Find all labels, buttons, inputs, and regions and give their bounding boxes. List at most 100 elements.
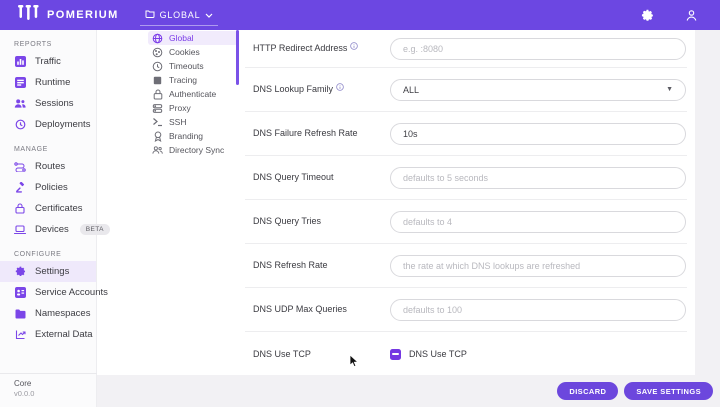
settings-nav-label: Cookies: [169, 47, 200, 57]
settings-nav-item-tracing[interactable]: Tracing: [148, 73, 238, 87]
settings-nav-item-global[interactable]: Global: [148, 31, 238, 45]
settings-nav-item-cookies[interactable]: Cookies: [148, 45, 238, 59]
settings-nav-scrollbar[interactable]: [236, 30, 239, 85]
info-icon[interactable]: [336, 83, 344, 94]
dns-query-timeout-input[interactable]: [390, 166, 686, 189]
proxy-icon: [152, 103, 163, 114]
save-settings-button[interactable]: SAVE SETTINGS: [624, 382, 713, 400]
sidebar-item-label: Service Accounts: [35, 287, 108, 298]
namespaces-icon: [14, 308, 26, 320]
service-accounts-icon: [14, 287, 26, 299]
dns-refresh-rate-input[interactable]: [390, 254, 686, 277]
form-row-dns-udp-max-queries: DNS UDP Max Queries: [245, 288, 687, 332]
settings-nav-label: Directory Sync: [169, 145, 225, 155]
sidebar-item-label: Sessions: [35, 98, 74, 109]
folder-icon: [145, 9, 155, 20]
settings-nav-label: Global: [169, 33, 194, 43]
sidebar-item-label: Traffic: [35, 56, 61, 67]
dns-lookup-family-select[interactable]: ALL ▼: [390, 78, 686, 101]
discard-button[interactable]: DISCARD: [557, 382, 619, 400]
sidebar-item-deployments[interactable]: Deployments: [0, 114, 96, 135]
sidebar-item-certificates[interactable]: Certificates: [0, 198, 96, 219]
form-row-dns-query-tries: DNS Query Tries: [245, 200, 687, 244]
sidebar-item-label: Policies: [35, 182, 68, 193]
settings-nav-item-authenticate[interactable]: Authenticate: [148, 87, 238, 101]
runtime-icon: [14, 77, 26, 89]
settings-nav-label: Branding: [169, 131, 204, 141]
globe-icon: [152, 33, 163, 44]
sidebar-item-label: Settings: [35, 266, 70, 277]
sidebar-item-external-data[interactable]: External Data: [0, 324, 96, 345]
form-row-dns-refresh-rate: DNS Refresh Rate: [245, 244, 687, 288]
app-sidebar: REPORTS Traffic Runtime Sessions Deploym…: [0, 30, 110, 407]
section-title-manage: MANAGE: [14, 146, 48, 153]
beta-badge: BETA: [79, 224, 110, 235]
sidebar-item-label: Routes: [35, 161, 66, 172]
chevron-down-icon: [205, 10, 213, 20]
tracing-icon: [152, 75, 163, 86]
field-label: HTTP Redirect Address: [245, 42, 390, 54]
content-gutter: [695, 30, 720, 375]
sidebar-item-settings[interactable]: Settings: [0, 261, 96, 282]
product-name: Core: [14, 379, 32, 388]
http-redirect-address-input[interactable]: [390, 37, 686, 60]
cookie-icon: [152, 47, 163, 58]
sidebar-item-service-accounts[interactable]: Service Accounts: [0, 282, 108, 303]
sidebar-item-namespaces[interactable]: Namespaces: [0, 303, 96, 324]
field-label: DNS UDP Max Queries: [253, 304, 347, 314]
settings-nav-label: Proxy: [169, 103, 191, 113]
external-data-icon: [14, 329, 26, 341]
dns-use-tcp-checkbox[interactable]: [390, 348, 401, 360]
section-title-configure: CONFIGURE: [14, 251, 62, 258]
sidebar-item-label: Runtime: [35, 77, 71, 88]
field-label: DNS Query Tries: [253, 216, 322, 226]
sidebar-item-devices[interactable]: Devices BETA: [0, 219, 110, 240]
settings-nav-item-timeouts[interactable]: Timeouts: [148, 59, 238, 73]
brand: POMERIUM: [0, 5, 119, 25]
pomerium-logo-icon: [18, 5, 39, 25]
info-icon[interactable]: [350, 42, 359, 53]
field-label: DNS Use TCP: [253, 348, 311, 359]
sidebar-item-runtime[interactable]: Runtime: [0, 72, 96, 93]
form-row-dns-failure-refresh-rate: DNS Failure Refresh Rate: [245, 112, 687, 156]
certificates-icon: [14, 203, 26, 215]
clock-icon: [152, 61, 163, 72]
routes-icon: [14, 161, 26, 173]
dns-query-tries-input[interactable]: [390, 210, 686, 233]
sidebar-footer: Core v0.0.0: [0, 373, 97, 407]
settings-nav-label: Timeouts: [169, 61, 204, 71]
sessions-icon: [14, 98, 26, 110]
sidebar-item-routes[interactable]: Routes: [0, 156, 96, 177]
sidebar-item-sessions[interactable]: Sessions: [0, 93, 96, 114]
form-row-http-redirect-address: HTTP Redirect Address: [245, 30, 687, 68]
settings-nav-item-directory-sync[interactable]: Directory Sync: [148, 143, 238, 157]
namespace-selector[interactable]: GLOBAL: [140, 4, 218, 26]
settings-nav-item-branding[interactable]: Branding: [148, 129, 238, 143]
field-label: DNS Refresh Rate: [253, 260, 328, 270]
dns-failure-refresh-rate-input[interactable]: [390, 122, 686, 145]
sidebar-item-label: Certificates: [35, 203, 83, 214]
action-bar: DISCARD SAVE SETTINGS: [97, 375, 720, 407]
lock-icon: [152, 89, 163, 100]
app-header: POMERIUM GLOBAL: [0, 0, 720, 30]
devices-icon: [14, 224, 26, 236]
settings-nav-item-ssh[interactable]: SSH: [148, 115, 238, 129]
field-label: DNS Failure Refresh Rate: [253, 128, 358, 138]
namespace-label: GLOBAL: [159, 9, 201, 20]
form-row-dns-use-tcp: DNS Use TCP DNS Use TCP: [245, 332, 687, 376]
terminal-icon: [152, 117, 163, 128]
settings-form: HTTP Redirect Address DNS Lookup Family …: [245, 30, 687, 376]
settings-nav-item-proxy[interactable]: Proxy: [148, 101, 238, 115]
user-icon[interactable]: [684, 8, 698, 22]
product-version: v0.0.0: [14, 389, 35, 398]
sidebar-item-label: Devices: [35, 224, 69, 235]
gear-icon[interactable]: [640, 8, 654, 22]
sidebar-item-traffic[interactable]: Traffic: [0, 51, 96, 72]
field-label: DNS Query Timeout: [253, 172, 334, 182]
dns-udp-max-queries-input[interactable]: [390, 298, 686, 321]
sidebar-item-policies[interactable]: Policies: [0, 177, 96, 198]
settings-nav: Global Cookies Timeouts Tracing Authenti…: [148, 31, 238, 157]
traffic-icon: [14, 56, 26, 68]
field-label: DNS Lookup Family: [245, 83, 390, 95]
select-arrow-icon: ▼: [666, 86, 673, 93]
